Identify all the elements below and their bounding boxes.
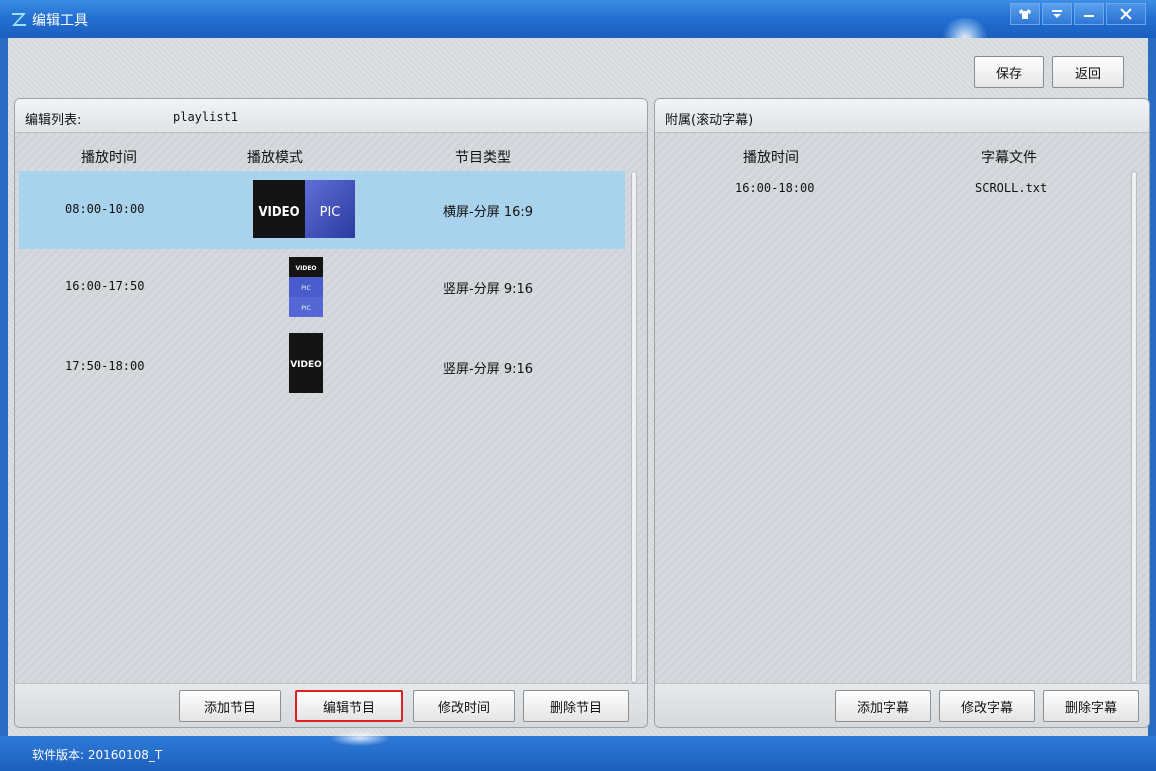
table-row[interactable]: 17:50-18:00 VIDEO 竖屏-分屏 9:16: [19, 327, 625, 405]
playlist-panel-footer: 添加节目 编辑节目 修改时间 删除节目: [15, 683, 647, 727]
playlist-panel-title: 编辑列表:: [25, 113, 82, 128]
status-glow: [330, 730, 390, 746]
row-time: 16:00-17:50: [65, 279, 145, 293]
menu-button[interactable]: [1042, 3, 1072, 25]
close-button[interactable]: [1106, 3, 1146, 25]
client-area: 保存 返回 编辑列表: playlist1 播放时间 播放模式 节目类型 08:…: [8, 38, 1150, 736]
video-pic-pic-vertical-icon: VIDEO PIC PIC: [289, 257, 323, 317]
minimize-icon: [1084, 15, 1094, 17]
subtitle-panel: 附属(滚动字幕) 播放时间 字幕文件 16:00-18:00 SCROLL.tx…: [654, 98, 1150, 728]
edit-program-button[interactable]: 编辑节目: [295, 690, 403, 722]
minimize-button[interactable]: [1074, 3, 1104, 25]
window-title: 编辑工具: [32, 13, 88, 29]
playlist-name: playlist1: [173, 110, 239, 124]
video-pic-horizontal-icon: VIDEO PIC: [253, 180, 355, 238]
thumb-video-label: VIDEO: [295, 265, 316, 272]
row-time: 17:50-18:00: [65, 359, 145, 373]
thumb-pic-label: PIC: [301, 285, 311, 292]
skin-button[interactable]: [1010, 3, 1040, 25]
video-vertical-icon: VIDEO: [289, 333, 323, 393]
title-bar: 编辑工具: [0, 0, 1156, 58]
subtitle-panel-title: 附属(滚动字幕): [665, 113, 754, 128]
delete-subtitle-button[interactable]: 删除字幕: [1043, 690, 1139, 722]
column-header-mode: 播放模式: [247, 150, 303, 166]
thumb-video-label: VIDEO: [290, 360, 322, 370]
subtitle-time: 16:00-18:00: [735, 181, 815, 195]
thumb-pic-label: PIC: [301, 305, 311, 312]
subtitle-scrollbar[interactable]: [1131, 171, 1137, 683]
thumb-video-label: VIDEO: [258, 205, 299, 220]
menu-icon: [1052, 10, 1062, 18]
status-bar: 软件版本: 20160108_T: [0, 730, 1156, 771]
column-header-time: 播放时间: [81, 150, 137, 166]
save-button[interactable]: 保存: [974, 56, 1044, 88]
skin-icon: [1019, 9, 1031, 19]
table-row[interactable]: 16:00-17:50 VIDEO PIC PIC 竖屏-分屏 9:16: [19, 249, 625, 327]
subtitle-panel-header: 附属(滚动字幕): [655, 99, 1149, 133]
modify-time-button[interactable]: 修改时间: [413, 690, 515, 722]
thumb-pic-label: PIC: [320, 205, 341, 220]
subtitle-file: SCROLL.txt: [975, 181, 1048, 195]
row-type: 竖屏-分屏 9:16: [443, 282, 534, 297]
table-row[interactable]: 16:00-18:00 SCROLL.txt: [659, 177, 1129, 203]
back-button[interactable]: 返回: [1052, 56, 1124, 88]
row-type: 竖屏-分屏 9:16: [443, 362, 534, 377]
column-header-time: 播放时间: [743, 150, 799, 166]
column-header-file: 字幕文件: [981, 150, 1037, 166]
playlist-panel: 编辑列表: playlist1 播放时间 播放模式 节目类型 08:00-10:…: [14, 98, 648, 728]
row-type: 横屏-分屏 16:9: [443, 205, 534, 220]
version-label: 软件版本: 20160108_T: [32, 748, 163, 762]
add-program-button[interactable]: 添加节目: [179, 690, 281, 722]
playlist-panel-header: 编辑列表: playlist1: [15, 99, 647, 133]
column-header-type: 节目类型: [455, 150, 511, 166]
table-row[interactable]: 08:00-10:00 VIDEO PIC 横屏-分屏 16:9: [19, 171, 625, 249]
app-logo-icon: [12, 13, 26, 26]
delete-program-button[interactable]: 删除节目: [523, 690, 629, 722]
playlist-scrollbar[interactable]: [631, 171, 637, 683]
row-time: 08:00-10:00: [65, 202, 145, 216]
add-subtitle-button[interactable]: 添加字幕: [835, 690, 931, 722]
close-icon: [1120, 8, 1132, 20]
modify-subtitle-button[interactable]: 修改字幕: [939, 690, 1035, 722]
subtitle-panel-footer: 添加字幕 修改字幕 删除字幕: [655, 683, 1149, 727]
